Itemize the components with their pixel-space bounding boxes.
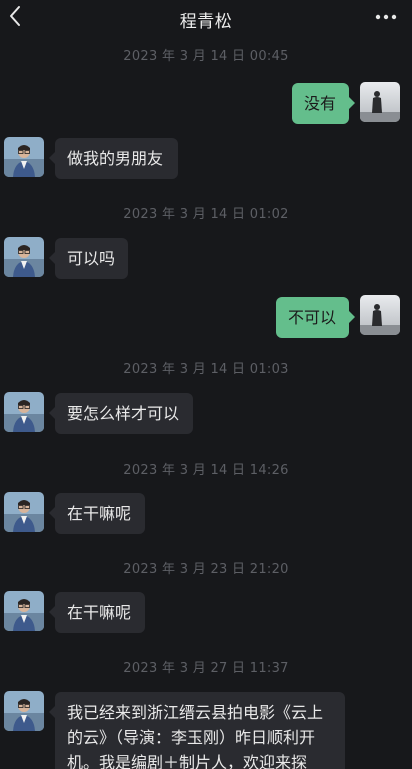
timestamp: 2023 年 3 月 27 日 11:37 <box>123 661 289 676</box>
message-bubble-in[interactable]: 要怎么样才可以 <box>49 393 193 434</box>
contact-avatar[interactable] <box>4 392 44 432</box>
person-avatar-image <box>4 492 44 532</box>
more-dots-icon <box>375 14 397 20</box>
message-text: 做我的男朋友 <box>67 149 164 168</box>
message-bubble-in[interactable]: 做我的男朋友 <box>49 138 178 179</box>
message-text: 没有 <box>304 94 337 113</box>
my-avatar[interactable] <box>360 82 400 122</box>
contact-avatar[interactable] <box>4 492 44 532</box>
timestamp: 2023 年 3 月 14 日 00:45 <box>123 49 289 64</box>
contact-avatar[interactable] <box>4 237 44 277</box>
silhouette-avatar-image <box>360 295 400 335</box>
silhouette-avatar-image <box>360 82 400 122</box>
contact-avatar[interactable] <box>4 591 44 631</box>
contact-avatar[interactable] <box>4 137 44 177</box>
person-avatar-image <box>4 392 44 432</box>
person-avatar-image <box>4 137 44 177</box>
person-avatar-image <box>4 237 44 277</box>
chat-header: 程青松 <box>0 0 412 34</box>
message-bubble-in[interactable]: 可以吗 <box>49 238 128 279</box>
more-button[interactable] <box>372 6 400 28</box>
contact-avatar[interactable] <box>4 691 44 731</box>
person-avatar-image <box>4 691 44 731</box>
contact-name: 程青松 <box>179 12 233 32</box>
timestamp: 2023 年 3 月 14 日 01:03 <box>123 362 289 377</box>
message-text: 在干嘛呢 <box>67 603 132 622</box>
message-bubble-in[interactable]: 我已经来到浙江缙云县拍电影《云上的云》（导演：李玉刚）昨日顺利开机。我是编剧＋制… <box>49 692 345 769</box>
person-avatar-image <box>4 591 44 631</box>
message-text: 要怎么样才可以 <box>67 404 180 423</box>
my-avatar[interactable] <box>360 295 400 335</box>
message-text: 可以吗 <box>67 249 116 268</box>
timestamp: 2023 年 3 月 14 日 14:26 <box>123 463 289 478</box>
message-text: 不可以 <box>288 308 337 327</box>
message-text: 在干嘛呢 <box>67 504 132 523</box>
chat-screen: 程青松 2023 年 3 月 14 日 00:45 没有 做我的男朋友 2023… <box>0 0 412 769</box>
timestamp: 2023 年 3 月 23 日 21:20 <box>123 562 289 577</box>
timestamp: 2023 年 3 月 14 日 01:02 <box>123 207 289 222</box>
message-bubble-in[interactable]: 在干嘛呢 <box>49 592 145 633</box>
message-bubble-in[interactable]: 在干嘛呢 <box>49 493 145 534</box>
message-text: 我已经来到浙江缙云县拍电影《云上的云》（导演：李玉刚）昨日顺利开机。我是编剧＋制… <box>67 703 324 769</box>
message-bubble-out[interactable]: 不可以 <box>276 297 355 338</box>
message-bubble-out[interactable]: 没有 <box>292 83 355 124</box>
